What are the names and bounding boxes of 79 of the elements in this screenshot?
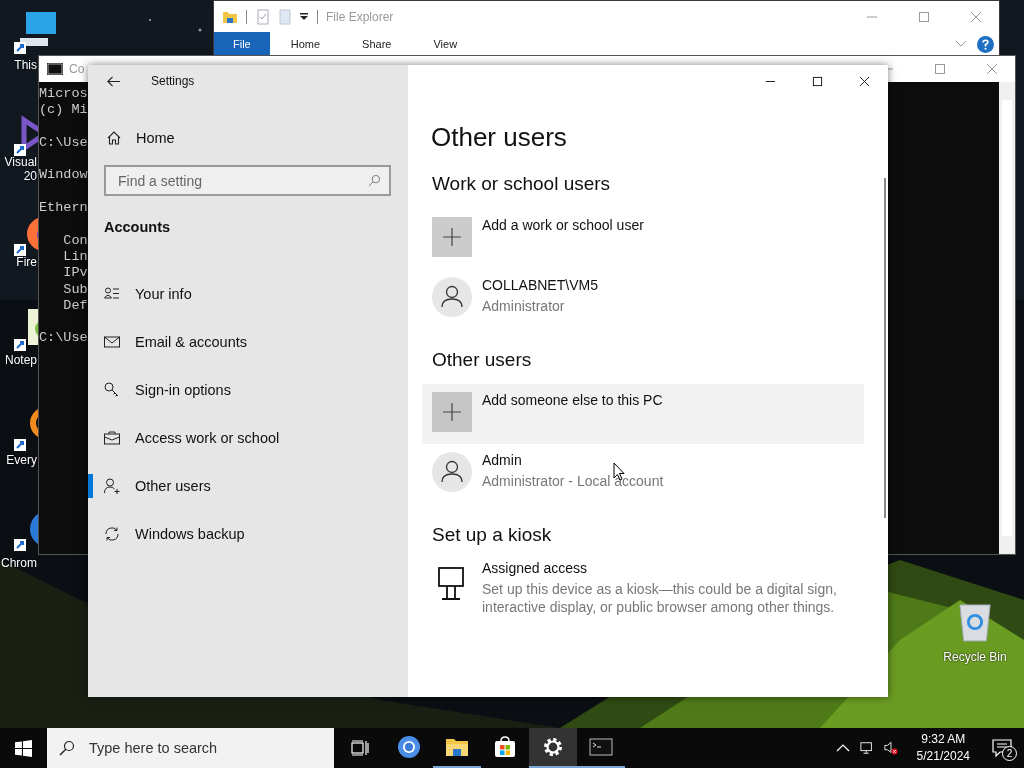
window-title: File Explorer	[326, 9, 394, 24]
item-subtitle: Administrator - Local account	[482, 472, 664, 490]
home-link[interactable]: Home	[104, 123, 175, 153]
scrollbar[interactable]	[999, 82, 1015, 554]
briefcase-icon	[104, 430, 120, 446]
console-line: (c) Mi	[39, 102, 88, 118]
chevron-down-icon[interactable]	[955, 40, 967, 48]
plus-icon	[432, 392, 472, 432]
search-box[interactable]: Find a setting	[104, 165, 391, 196]
nav-item[interactable]: Your info	[88, 270, 408, 318]
desktop-icon-label[interactable]: Chrom	[1, 556, 37, 570]
item-subtitle: Administrator	[482, 297, 566, 315]
desktop-icon-label[interactable]: 20	[23, 169, 37, 183]
desktop-icon-label[interactable]: Notep	[4, 353, 37, 367]
key-icon	[104, 382, 120, 398]
console-line: Sub	[62, 281, 88, 297]
nav-item[interactable]: Sign-in options	[88, 366, 408, 414]
console-line: Lin	[62, 248, 88, 264]
console-line: Window	[39, 167, 88, 183]
nav-item[interactable]: Windows backup	[88, 510, 408, 558]
item-title: Assigned access	[482, 560, 589, 576]
desktop-icon-label[interactable]: Visual	[4, 155, 37, 169]
contact-card-icon	[104, 286, 120, 302]
nav-item[interactable]: Access work or school	[88, 414, 408, 462]
settings-icon[interactable]	[541, 735, 565, 759]
mail-icon	[104, 334, 120, 350]
clock-date[interactable]: 5/21/2024	[916, 748, 970, 765]
console-line: C:\Use	[39, 134, 88, 150]
dropdown-icon[interactable]	[299, 11, 309, 22]
item-title: Add someone else to this PC	[482, 392, 663, 408]
item-title: Add a work or school user	[482, 217, 644, 233]
avatar-icon	[432, 277, 472, 317]
desktop-icon-label[interactable]: Every	[6, 453, 37, 467]
home-icon	[106, 130, 122, 146]
browser-icon[interactable]	[397, 735, 421, 759]
list-item[interactable]: Admin Administrator - Local account	[422, 444, 864, 504]
window-title: Co	[69, 62, 85, 76]
notification-icon[interactable]	[992, 738, 1012, 758]
sync-icon	[104, 526, 120, 542]
terminal-icon[interactable]	[589, 735, 613, 759]
nav-item[interactable]: Email & accounts	[88, 318, 408, 366]
taskbar-button[interactable]	[529, 728, 577, 768]
desktop-icon-label[interactable]: Fire	[16, 255, 37, 269]
list-item[interactable]: Assigned access Set up this device as a kiosk—this could be a digital sign, interactive display, or public browser among other things.	[422, 560, 864, 620]
kiosk-icon	[438, 567, 464, 601]
console-line: Ethern	[39, 200, 88, 216]
console-line: Micros	[39, 86, 88, 101]
shopping-bag-icon[interactable]	[493, 735, 517, 759]
search-icon[interactable]	[368, 174, 381, 187]
desktop-icon-label[interactable]: This	[14, 58, 37, 72]
item-title: COLLABNET\VM5	[482, 277, 598, 293]
search-field[interactable]: Find a setting	[116, 166, 368, 195]
scrollbar[interactable]	[884, 178, 886, 518]
console-line: Def	[62, 297, 88, 313]
clock-time[interactable]: 9:32 AM	[921, 731, 966, 748]
page-title: Other users	[431, 122, 568, 153]
plus-icon	[432, 217, 472, 257]
list-item[interactable]: Add someone else to this PC	[422, 384, 864, 444]
notification-count: 2	[1002, 746, 1017, 761]
list-item[interactable]: Add a work or school user	[422, 209, 864, 269]
console-line: Con	[62, 232, 88, 248]
console-line: IPv	[62, 265, 88, 281]
group-heading: Other users	[431, 349, 533, 371]
window-title: Settings	[151, 74, 195, 88]
console-line: C:\Use	[39, 330, 88, 346]
help-icon[interactable]	[977, 35, 994, 53]
avatar-icon	[432, 452, 472, 492]
item-title: Admin	[482, 452, 523, 468]
group-heading: Work or school users	[431, 173, 612, 195]
list-item[interactable]: COLLABNET\VM5 Administrator	[422, 269, 864, 329]
taskbar-search-box[interactable]: Type here to search	[47, 728, 334, 768]
add-person-icon	[104, 478, 120, 494]
console-icon[interactable]	[47, 63, 63, 75]
search-icon	[59, 740, 75, 756]
section-heading: Accounts	[104, 219, 172, 235]
item-subtitle: Set up this device as a kiosk—this could be a digital sign, interactive display, or public browser among other things.	[482, 580, 838, 616]
ribbon-tab[interactable]: File	[214, 32, 270, 56]
group-heading: Set up a kiosk	[431, 524, 553, 546]
taskbar-search-field[interactable]: Type here to search	[87, 727, 334, 768]
